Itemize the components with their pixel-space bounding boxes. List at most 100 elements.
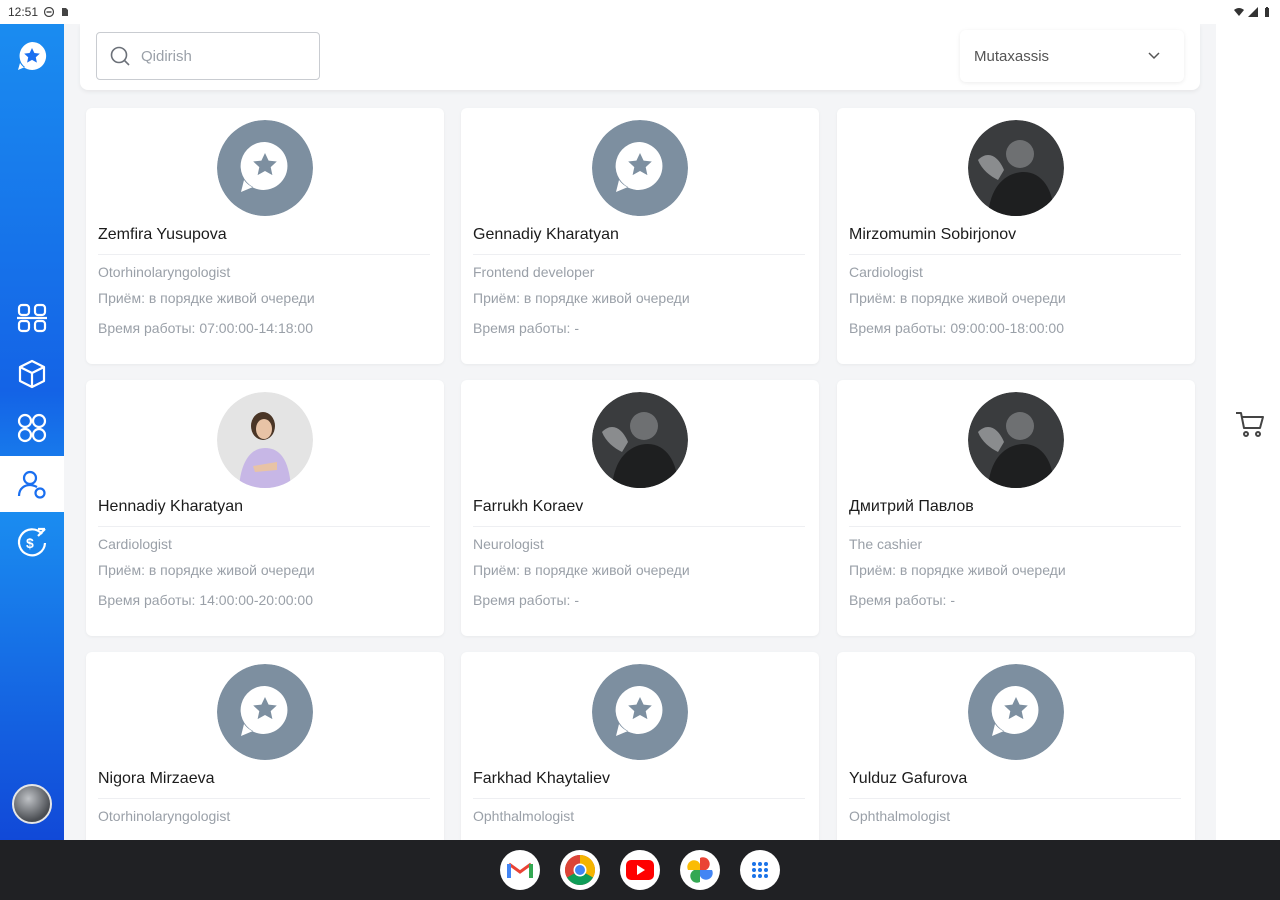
placeholder-logo-icon [592,664,688,760]
reception-info: Приём: в порядке живой очереди [849,290,1066,306]
user-avatar[interactable] [12,784,52,824]
search-input[interactable] [141,47,301,65]
battery-icon [1265,7,1269,17]
taskbar [0,840,1280,900]
specialist-select[interactable]: Mutaxassis [960,30,1184,82]
avatar [592,392,688,488]
specialist-card[interactable]: Zemfira Yusupova Otorhinolaryngologist П… [86,108,444,364]
photos-icon [687,857,713,883]
chrome-app[interactable] [560,850,600,890]
search-box[interactable] [96,32,320,80]
package-icon [18,359,46,389]
status-time: 12:51 [8,5,39,19]
cashback-icon: $ [17,527,47,557]
reception-info: Приём: в порядке живой очереди [473,562,690,578]
placeholder-logo-icon [592,120,688,216]
divider [98,526,430,527]
specialist-specialty: Ophthalmologist [473,808,575,824]
specialist-name: Gennadiy Kharatyan [473,226,619,243]
svg-text:$: $ [26,535,34,551]
divider [473,526,805,527]
reception-info: Приём: в порядке живой очереди [98,562,315,578]
specialist-name: Hennadiy Kharatyan [98,498,243,515]
sidebar: $ [0,24,64,840]
profile-photo [968,392,1064,488]
work-hours: Время работы: 07:00:00-14:18:00 [98,320,313,336]
users-icon [17,470,46,499]
gmail-app[interactable] [500,850,540,890]
sidebar-item-specialists[interactable] [0,456,64,512]
work-hours: Время работы: 09:00:00-18:00:00 [849,320,1064,336]
work-hours: Время работы: - [849,592,955,608]
specialist-name: Zemfira Yusupova [98,226,227,243]
youtube-app[interactable] [620,850,660,890]
specialist-name: Farkhad Khaytaliev [473,770,610,787]
avatar [968,392,1064,488]
specialist-specialty: Ophthalmologist [849,808,951,824]
specialist-name: Дмитрий Павлов [849,498,974,515]
main-content: Mutaxassis Zemfira Yusupova Otorhinolary… [64,24,1216,840]
app-drawer-icon [752,862,768,878]
work-hours: Время работы: - [473,320,579,336]
work-hours: Время работы: - [473,592,579,608]
dnd-icon [44,7,55,17]
specialist-name: Farrukh Koraev [473,498,584,515]
specialist-card[interactable]: Nigora Mirzaeva Otorhinolaryngologist [86,652,444,840]
wifi-icon [1234,8,1244,16]
specialist-card[interactable]: Дмитрий Павлов The cashier Приём: в поря… [837,380,1195,636]
filter-bar: Mutaxassis [80,24,1200,90]
divider [849,526,1181,527]
specialist-card[interactable]: Farrukh Koraev Neurologist Приём: в поря… [461,380,819,636]
specialist-card[interactable]: Yulduz Gafurova Ophthalmologist [837,652,1195,840]
avatar [968,120,1064,216]
specialist-select-label: Mutaxassis [974,47,1050,65]
reception-info: Приём: в порядке живой очереди [849,562,1066,578]
divider [473,254,805,255]
specialist-specialty: Cardiologist [849,264,923,280]
divider [849,254,1181,255]
reception-info: Приём: в порядке живой очереди [473,290,690,306]
specialist-card[interactable]: Hennadiy Kharatyan Cardiologist Приём: в… [86,380,444,636]
specialist-specialty: Otorhinolaryngologist [98,264,231,280]
specialist-specialty: The cashier [849,536,923,552]
sidebar-item-scan[interactable] [0,290,64,346]
specialist-card[interactable]: Gennadiy Kharatyan Frontend developer Пр… [461,108,819,364]
avatar [968,664,1064,760]
sidebar-item-cashback[interactable]: $ [0,514,64,570]
status-bar: 12:51 [0,0,1280,24]
avatar [217,120,313,216]
youtube-icon [626,860,654,880]
avatar [217,664,313,760]
divider [849,798,1181,799]
placeholder-logo-icon [217,664,313,760]
search-icon [110,46,130,66]
specialist-card[interactable]: Mirzomumin Sobirjonov Cardiologist Приём… [837,108,1195,364]
profile-photo [217,392,313,488]
work-hours: Время работы: 14:00:00-20:00:00 [98,592,313,608]
avatar [592,664,688,760]
photos-app[interactable] [680,850,720,890]
divider [98,798,430,799]
avatar [592,120,688,216]
reception-info: Приём: в порядке живой очереди [98,290,315,306]
specialist-name: Mirzomumin Sobirjonov [849,226,1017,243]
placeholder-logo-icon [217,120,313,216]
specialist-specialty: Frontend developer [473,264,595,280]
specialist-name: Yulduz Gafurova [849,770,968,787]
avatar [217,392,313,488]
specialist-specialty: Otorhinolaryngologist [98,808,231,824]
specialist-specialty: Neurologist [473,536,544,552]
cart-icon[interactable] [1234,408,1266,440]
placeholder-logo-icon [968,664,1064,760]
chevron-down-icon [1148,52,1160,60]
logo-icon[interactable] [16,40,48,72]
sidebar-item-products[interactable] [0,346,64,402]
specialist-card[interactable]: Farkhad Khaytaliev Ophthalmologist [461,652,819,840]
sidebar-item-apps[interactable] [0,400,64,456]
profile-photo [592,392,688,488]
app-drawer[interactable] [740,850,780,890]
gmail-icon [507,862,533,878]
divider [473,798,805,799]
profile-photo [968,120,1064,216]
specialist-specialty: Cardiologist [98,536,172,552]
